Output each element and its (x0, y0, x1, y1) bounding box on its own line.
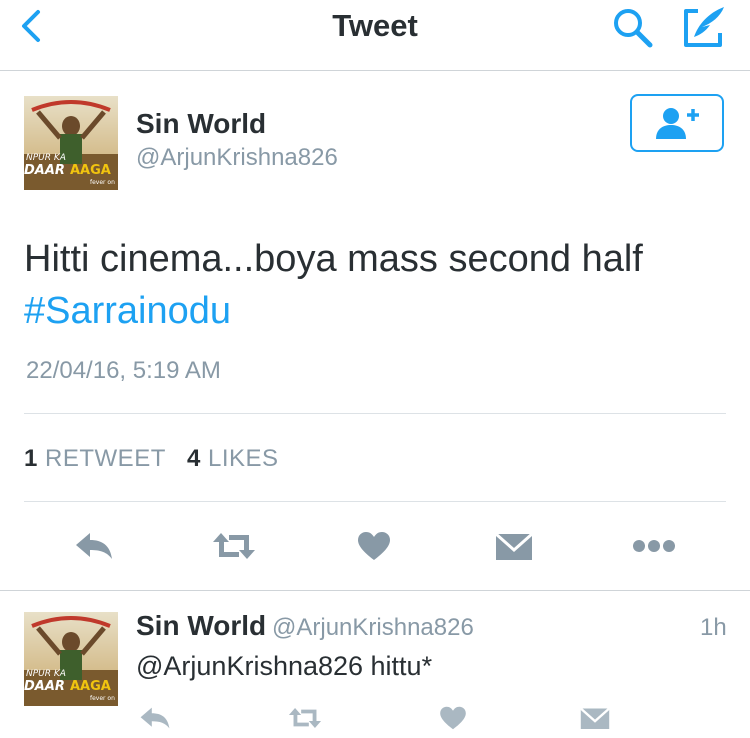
divider (24, 413, 726, 414)
tweet-body-text: Hitti cinema...boya mass second half (24, 238, 643, 280)
direct-message-button[interactable] (484, 516, 544, 576)
svg-text:AAGA: AAGA (70, 163, 111, 178)
reply-author-name[interactable]: Sin World (136, 610, 266, 642)
reply-time: 1h (700, 614, 727, 641)
avatar[interactable]: NPUR KA DAAR AAGA fever on (24, 96, 118, 190)
retweet-icon (287, 705, 323, 731)
heart-icon (439, 706, 467, 730)
retweet-button[interactable] (204, 516, 264, 576)
reply-like-button[interactable] (428, 698, 478, 738)
nav-bar: Tweet (0, 0, 750, 71)
reply-icon (139, 706, 171, 730)
reply-avatar[interactable]: NPUR KA DAAR AAGA fever on (24, 612, 118, 706)
author-name[interactable]: Sin World (136, 108, 266, 140)
likes-count: 4 (186, 445, 201, 472)
svg-text:NPUR KA: NPUR KA (26, 669, 66, 679)
compose-icon[interactable] (680, 3, 730, 51)
divider (24, 501, 726, 502)
reply-reply-button[interactable] (130, 698, 180, 738)
envelope-icon (580, 705, 610, 731)
reply-retweet-button[interactable] (280, 698, 330, 738)
reply-icon (74, 531, 114, 561)
envelope-icon (495, 530, 533, 562)
svg-text:fever on: fever on (90, 695, 115, 702)
heart-icon (357, 531, 391, 561)
likes-stat[interactable]: 4 LIKES (187, 445, 279, 472)
reply-author-handle[interactable]: @ArjunKrishna826 (272, 614, 474, 642)
tweet-stats: 1 RETWEET 4 LIKES (24, 445, 279, 473)
reply-button[interactable] (64, 516, 124, 576)
section-divider (0, 590, 750, 591)
follow-button[interactable] (630, 94, 724, 152)
add-user-icon (653, 105, 701, 141)
likes-label: LIKES (207, 445, 279, 472)
svg-text:NPUR KA: NPUR KA (26, 153, 66, 163)
svg-text:AAGA: AAGA (70, 679, 111, 694)
more-dots-icon (632, 539, 676, 553)
retweet-icon (211, 529, 257, 563)
more-options-button[interactable] (624, 516, 684, 576)
retweet-stat[interactable]: 1 RETWEET (24, 445, 165, 472)
retweet-count: 1 (24, 445, 38, 472)
author-handle[interactable]: @ArjunKrishna826 (136, 144, 338, 172)
reply-dm-button[interactable] (570, 698, 620, 738)
svg-text:DAAR: DAAR (24, 679, 65, 694)
retweet-label: RETWEET (45, 445, 166, 472)
like-button[interactable] (344, 516, 404, 576)
reply-text: @ArjunKrishna826 hittu* (136, 651, 433, 681)
tweet-timestamp: 22/04/16, 5:19 AM (26, 357, 221, 384)
svg-text:fever on: fever on (90, 179, 115, 186)
search-icon[interactable] (610, 5, 656, 51)
svg-text:DAAR: DAAR (24, 163, 65, 178)
tweet-text: Hitti cinema...boya mass second half #Sa… (24, 233, 734, 337)
hashtag-link[interactable]: #Sarrainodu (24, 290, 231, 332)
